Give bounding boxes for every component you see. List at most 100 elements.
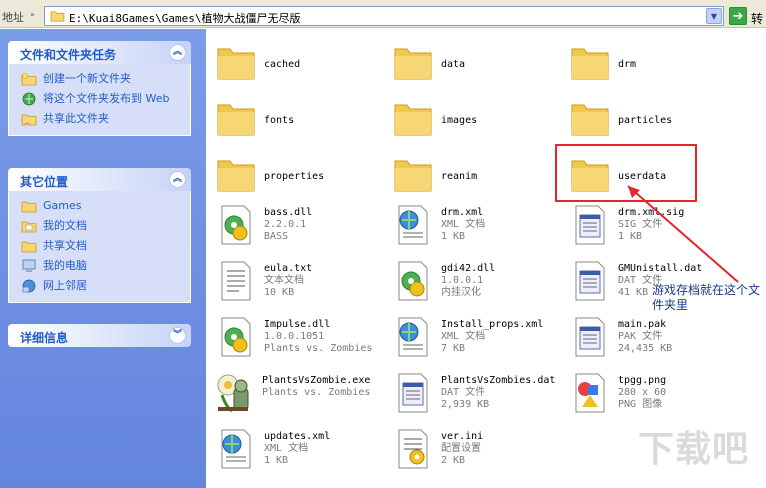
file-meta: PAK 文件 bbox=[618, 331, 663, 342]
folder-icon bbox=[571, 104, 609, 136]
address-input[interactable]: E:\Kuai8Games\Games\植物大战僵尸无尽版 ▼ bbox=[44, 6, 724, 26]
place-games[interactable]: Games bbox=[9, 196, 190, 216]
shared-documents-icon bbox=[21, 241, 37, 253]
file-info: Install_props.xml XML 文档 7 KB bbox=[441, 319, 543, 355]
go-label: 转 bbox=[751, 12, 764, 26]
place-label: 我的电脑 bbox=[43, 259, 87, 272]
address-dropdown-button[interactable]: ▼ bbox=[706, 8, 722, 24]
place-label: 共享文档 bbox=[43, 239, 87, 252]
file-info: ver.ini 配置设置 2 KB bbox=[441, 431, 483, 467]
file-meta: XML 文档 bbox=[441, 331, 486, 342]
file-meta: Plants vs. Zombies bbox=[262, 387, 371, 398]
annotation-text: 游戏存档就在这个文件夹里 bbox=[652, 283, 761, 312]
file-meta: XML 文档 bbox=[441, 219, 486, 230]
my-computer-icon bbox=[22, 259, 36, 272]
file-meta: 1.0.0.1051 bbox=[264, 331, 325, 342]
file-name: gdi42.dll bbox=[441, 263, 496, 274]
expand-chevron-icon[interactable]: ︾ bbox=[169, 327, 186, 344]
file-meta: 10 KB bbox=[264, 287, 295, 298]
watermark: 下载吧 bbox=[638, 429, 750, 470]
other-places-panel: 其它位置 ︽ Games 我的文档 共享文档 我的电脑 网上邻居 bbox=[8, 168, 191, 303]
png-image-icon bbox=[575, 373, 605, 413]
place-my-computer[interactable]: 我的电脑 bbox=[9, 256, 190, 276]
folder-name: fonts bbox=[264, 115, 295, 126]
place-network[interactable]: 网上邻居 bbox=[9, 276, 190, 296]
file-tasks-panel: 文件和文件夹任务 ︽ 创建一个新文件夹 将这个文件夹发布到 Web 共享此文件夹 bbox=[8, 41, 191, 136]
go-arrow-icon: ➔ bbox=[729, 7, 747, 25]
folder-icon bbox=[394, 104, 432, 136]
file-meta: 24,435 KB bbox=[618, 343, 673, 354]
task-label: 将这个文件夹发布到 Web bbox=[43, 92, 170, 105]
file-info: main.pak PAK 文件 24,435 KB bbox=[618, 319, 672, 355]
place-shared-documents[interactable]: 共享文档 bbox=[9, 236, 190, 256]
folder-name: images bbox=[441, 115, 478, 126]
generic-file-icon bbox=[575, 317, 605, 357]
place-my-documents[interactable]: 我的文档 bbox=[9, 216, 190, 236]
other-places-body: Games 我的文档 共享文档 我的电脑 网上邻居 bbox=[8, 191, 191, 303]
file-meta: 7 KB bbox=[441, 343, 466, 354]
file-meta: 2,939 KB bbox=[441, 399, 490, 410]
task-pane: 文件和文件夹任务 ︽ 创建一个新文件夹 将这个文件夹发布到 Web 共享此文件夹… bbox=[0, 29, 206, 488]
place-label: 网上邻居 bbox=[43, 279, 87, 292]
collapse-chevron-icon[interactable]: ︽ bbox=[169, 44, 186, 61]
panel-title: 文件和文件夹任务 bbox=[20, 48, 117, 62]
file-info: updates.xml XML 文档 1 KB bbox=[264, 431, 330, 467]
file-tasks-header[interactable]: 文件和文件夹任务 ︽ bbox=[8, 41, 191, 64]
address-toggle-icon[interactable]: » bbox=[30, 10, 35, 19]
file-tasks-body: 创建一个新文件夹 将这个文件夹发布到 Web 共享此文件夹 bbox=[8, 64, 191, 136]
file-meta: 2.2.0.1 bbox=[264, 219, 307, 230]
file-name: tpgg.png bbox=[618, 375, 667, 386]
file-meta: 280 x 60 bbox=[618, 387, 667, 398]
globe-publish-icon bbox=[22, 92, 36, 106]
file-info: Impulse.dll 1.0.0.1051 Plants vs. Zombies bbox=[264, 319, 372, 355]
xml-globe-icon bbox=[398, 205, 428, 245]
file-meta: 2 KB bbox=[441, 455, 466, 466]
folder-icon bbox=[571, 48, 609, 80]
task-share-folder[interactable]: 共享此文件夹 bbox=[9, 109, 190, 129]
file-name: eula.txt bbox=[264, 263, 313, 274]
folder-name: properties bbox=[264, 171, 325, 182]
go-button[interactable]: ➔ 转 bbox=[729, 7, 766, 26]
file-info: drm.xml XML 文档 1 KB bbox=[441, 207, 485, 243]
folder-icon bbox=[21, 201, 37, 213]
file-meta: BASS bbox=[264, 231, 289, 242]
file-name: ver.ini bbox=[441, 431, 484, 442]
zombie-exe-icon bbox=[217, 374, 249, 413]
file-info: gdi42.dll 1.0.0.1 内挂汉化 bbox=[441, 263, 495, 299]
file-meta: 1.0.0.1 bbox=[441, 275, 484, 286]
file-meta: 1 KB bbox=[441, 231, 466, 242]
file-name: PlantsVsZombie.exe bbox=[262, 375, 371, 386]
folder-icon bbox=[217, 160, 255, 192]
panel-title: 其它位置 bbox=[20, 175, 69, 189]
text-file-icon bbox=[221, 261, 251, 301]
network-places-icon bbox=[22, 279, 36, 293]
file-name: main.pak bbox=[618, 319, 667, 330]
file-name: bass.dll bbox=[264, 207, 313, 218]
place-label: 我的文档 bbox=[43, 219, 87, 232]
xml-globe-icon bbox=[398, 317, 428, 357]
dll-gear-icon bbox=[221, 205, 251, 245]
file-meta: XML 文档 bbox=[264, 443, 309, 454]
collapse-chevron-icon[interactable]: ︽ bbox=[169, 171, 186, 188]
file-meta: 配置设置 bbox=[441, 443, 481, 454]
folder-icon bbox=[394, 160, 432, 192]
other-places-header[interactable]: 其它位置 ︽ bbox=[8, 168, 191, 191]
task-publish-web[interactable]: 将这个文件夹发布到 Web bbox=[9, 89, 190, 109]
folder-icon bbox=[50, 11, 65, 22]
my-documents-icon bbox=[21, 221, 37, 233]
folder-name: drm bbox=[618, 59, 637, 70]
folder-name: cached bbox=[264, 59, 301, 70]
dll-gear-icon bbox=[398, 261, 428, 301]
file-info: PlantsVsZombie.exe Plants vs. Zombies bbox=[262, 375, 370, 399]
annotation-arrow-icon bbox=[627, 185, 739, 283]
new-folder-icon bbox=[21, 73, 37, 86]
file-meta: 内挂汉化 bbox=[441, 287, 481, 298]
task-label: 创建一个新文件夹 bbox=[43, 72, 131, 85]
task-new-folder[interactable]: 创建一个新文件夹 bbox=[9, 69, 190, 89]
panel-title: 详细信息 bbox=[20, 331, 69, 345]
ini-config-icon bbox=[398, 429, 428, 469]
file-meta: Plants vs. Zombies bbox=[264, 343, 373, 354]
details-header[interactable]: 详细信息 ︾ bbox=[8, 324, 191, 347]
file-info: bass.dll 2.2.0.1 BASS bbox=[264, 207, 312, 243]
address-path: E:\Kuai8Games\Games\植物大战僵尸无尽版 bbox=[69, 12, 301, 25]
